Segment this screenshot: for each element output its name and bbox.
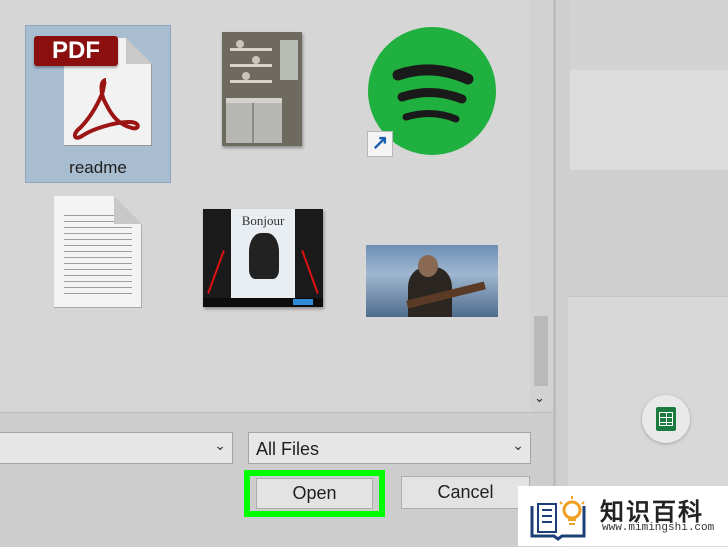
file-item-kitchen-image[interactable] bbox=[222, 32, 302, 146]
thumbnail-title: Bonjour bbox=[241, 213, 285, 228]
chevron-down-icon[interactable]: ⌄ bbox=[512, 437, 524, 454]
file-item-readme[interactable]: PDF readme bbox=[25, 25, 171, 183]
open-file-dialog: PDF readme ↗ Bonjour ⌃ ⌄ ⌄ All Files ⌄ O… bbox=[0, 0, 556, 547]
book-lightbulb-icon bbox=[530, 496, 586, 541]
pdf-badge: PDF bbox=[34, 36, 118, 66]
background-panel bbox=[570, 0, 728, 170]
file-item-bonjour-image[interactable]: Bonjour bbox=[203, 209, 323, 307]
open-button[interactable]: Open bbox=[256, 478, 373, 509]
file-list-area: PDF readme ↗ Bonjour bbox=[0, 0, 530, 412]
sheets-app-icon[interactable] bbox=[642, 395, 690, 443]
chevron-down-icon[interactable]: ⌄ bbox=[214, 437, 226, 454]
vertical-scrollbar[interactable]: ⌃ ⌄ bbox=[530, 0, 552, 412]
scroll-thumb[interactable] bbox=[534, 316, 548, 386]
watermark: 知识百科 www.mimingshi.com bbox=[518, 486, 728, 546]
acrobat-icon bbox=[73, 78, 140, 140]
scroll-down-icon[interactable]: ⌄ bbox=[534, 390, 545, 406]
watermark-url: www.mimingshi.com bbox=[602, 522, 715, 534]
file-name-combo[interactable]: ⌄ bbox=[0, 432, 233, 464]
file-name-label: readme bbox=[69, 158, 127, 177]
cancel-button[interactable]: Cancel bbox=[401, 476, 530, 509]
file-item-singer-image[interactable] bbox=[366, 245, 498, 317]
file-type-filter[interactable]: All Files ⌄ bbox=[248, 432, 531, 464]
file-type-value: All Files bbox=[256, 439, 320, 459]
scroll-up-icon[interactable]: ⌃ bbox=[535, 0, 545, 8]
shortcut-arrow-icon: ↗ bbox=[367, 131, 393, 157]
